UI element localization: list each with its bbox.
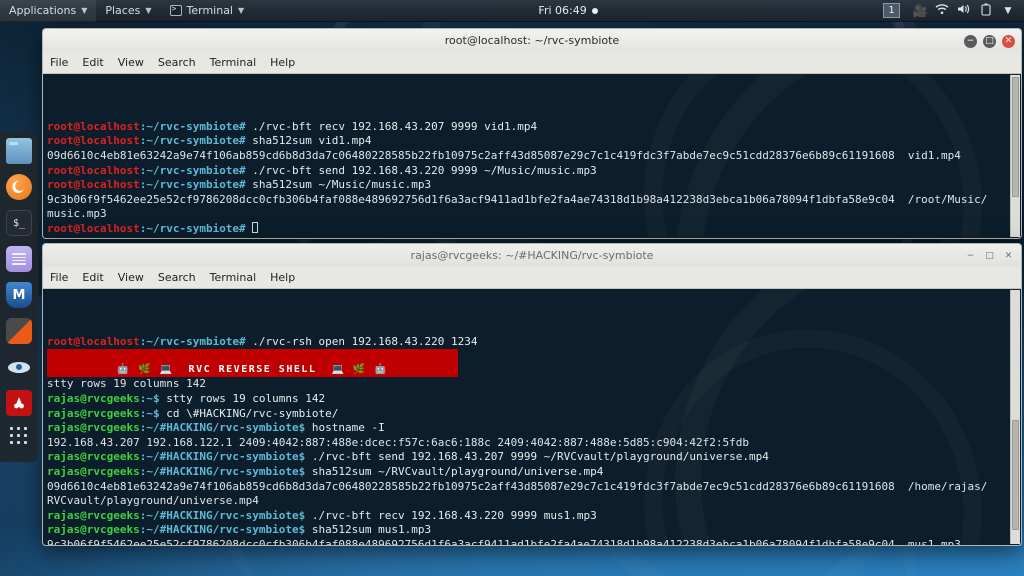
terminal-output-line: music.mp3 xyxy=(47,207,107,221)
terminal-command-line: rajas@rvcgeeks:~/#HACKING/rvc-symbiote$ … xyxy=(47,450,769,464)
browser-icon[interactable] xyxy=(6,174,32,200)
menu-edit[interactable]: Edit xyxy=(75,267,110,289)
files-icon[interactable] xyxy=(6,138,32,164)
workspace-switcher[interactable]: 1 xyxy=(883,3,900,18)
menu-file[interactable]: File xyxy=(43,52,75,74)
shark-fin-glyph xyxy=(14,397,24,409)
banner-title: 🤖 🌿 💻 RVC REVERSE SHELL 💻 🌿 🤖 xyxy=(116,364,389,376)
clock[interactable]: Fri 06:49 xyxy=(538,4,598,17)
terminal-command-line: rajas@rvcgeeks:~/#HACKING/rvc-symbiote$ … xyxy=(47,523,432,537)
window-titlebar[interactable]: rajas@rvcgeeks: ~/#HACKING/rvc-symbiote … xyxy=(42,243,1022,267)
top-panel: Applications ▼ Places ▼ Terminal ▼ Fri 0… xyxy=(0,0,1024,22)
close-button[interactable]: ✕ xyxy=(1002,34,1015,48)
maximize-button[interactable]: □ xyxy=(983,250,996,263)
terminal-command-line: root@localhost:~/rvc-symbiote# xyxy=(47,221,1021,237)
chevron-down-icon: ▼ xyxy=(238,6,245,15)
text-editor-icon[interactable] xyxy=(6,246,32,272)
reverse-shell-banner: 🤖 🌿 💻 RVC REVERSE SHELL 💻 🌿 🤖 xyxy=(47,349,458,378)
volume-glyph xyxy=(958,4,970,14)
window-controls: − □ ✕ xyxy=(964,29,1015,53)
menu-applications-label: Applications xyxy=(9,4,77,17)
window-title: root@localhost: ~/rvc-symbiote xyxy=(444,34,620,47)
notification-dot-icon xyxy=(591,7,598,14)
terminal-command-line: root@localhost:~/rvc-symbiote# sha512sum… xyxy=(47,178,432,192)
terminal-output-line: 9c3b06f9f5462ee25e52cf9786208dcc0cfb306b… xyxy=(47,192,988,206)
terminal-icon xyxy=(169,4,182,16)
menu-search[interactable]: Search xyxy=(151,52,203,74)
chevron-down-icon: ▼ xyxy=(81,6,88,15)
menu-places[interactable]: Places ▼ xyxy=(96,0,160,22)
terminal-output-root[interactable]: root@localhost:~/rvc-symbiote# ./rvc-bft… xyxy=(42,74,1022,239)
terminal-output-line: 09d6610c4eb81e63242a9e74f106ab859cd6b8d3… xyxy=(47,148,961,162)
banner-ascii-art xyxy=(47,349,458,364)
terminal-command-line: rajas@rvcgeeks:~$ cd \#HACKING/rvc-symbi… xyxy=(47,406,339,420)
terminal-command-line: rajas@rvcgeeks:~/#HACKING/rvc-symbiote$ … xyxy=(47,464,604,478)
minimize-button[interactable]: − xyxy=(964,34,977,48)
terminal-window-reverse-shell[interactable]: rajas@rvcgeeks: ~/#HACKING/rvc-symbiote … xyxy=(42,243,1022,546)
terminal-command-line: root@localhost:~/rvc-symbiote# ./rvc-bft… xyxy=(47,119,538,133)
wireshark-icon[interactable] xyxy=(6,390,32,416)
menu-help[interactable]: Help xyxy=(263,267,302,289)
camera-icon[interactable]: 🎥 xyxy=(910,4,930,18)
battery-glyph xyxy=(981,3,991,16)
menu-edit[interactable]: Edit xyxy=(75,52,110,74)
menu-help[interactable]: Help xyxy=(263,52,302,74)
menu-applications[interactable]: Applications ▼ xyxy=(0,0,97,22)
system-tray: 1 🎥 ▼ xyxy=(883,3,1024,19)
show-applications-icon[interactable] xyxy=(6,426,32,452)
battery-icon[interactable] xyxy=(976,3,996,19)
taskbar-item-terminal-label: Terminal xyxy=(186,4,234,17)
terminal-output-line: 192.168.43.207 192.168.122.1 2409:4042:8… xyxy=(47,435,749,449)
terminal-command-line: rajas@rvcgeeks:~$ stty rows 19 columns 1… xyxy=(47,391,326,405)
terminal-command-line: root@localhost:~/rvc-symbiote# sha512sum… xyxy=(47,134,372,148)
maximize-button[interactable]: □ xyxy=(983,34,996,48)
volume-icon[interactable] xyxy=(954,3,974,18)
terminal-output-reverse-shell[interactable]: root@localhost:~/rvc-symbiote# ./rvc-rsh… xyxy=(42,289,1022,546)
terminal-window-root[interactable]: root@localhost: ~/rvc-symbiote − □ ✕ Fil… xyxy=(42,28,1022,239)
menu-terminal[interactable]: Terminal xyxy=(203,52,264,74)
close-button[interactable]: ✕ xyxy=(1002,250,1015,263)
window-controls: − □ ✕ xyxy=(964,244,1015,268)
clock-label: Fri 06:49 xyxy=(538,4,587,17)
beef-icon[interactable] xyxy=(6,354,32,380)
chevron-down-icon: ▼ xyxy=(145,6,152,15)
menu-view[interactable]: View xyxy=(111,267,151,289)
wifi-icon[interactable] xyxy=(932,3,952,18)
terminal-command-line: rajas@rvcgeeks:~/#HACKING/rvc-symbiote$ … xyxy=(47,508,597,522)
terminal-cursor xyxy=(252,221,259,233)
burpsuite-icon[interactable] xyxy=(6,318,32,344)
terminal-command-line: root@localhost:~/rvc-symbiote# ./rvc-bft… xyxy=(47,163,597,177)
window-menubar[interactable]: File Edit View Search Terminal Help xyxy=(42,267,1022,289)
menu-search[interactable]: Search xyxy=(151,267,203,289)
minimize-button[interactable]: − xyxy=(964,250,977,263)
terminal-icon[interactable]: $_ xyxy=(6,210,32,236)
terminal-scrollbar[interactable] xyxy=(1010,75,1020,237)
menu-terminal[interactable]: Terminal xyxy=(203,267,264,289)
window-menubar[interactable]: File Edit View Search Terminal Help xyxy=(42,52,1022,74)
terminal-scrollbar[interactable] xyxy=(1010,290,1020,544)
window-title: rajas@rvcgeeks: ~/#HACKING/rvc-symbiote xyxy=(410,249,654,262)
browser-glyph xyxy=(12,180,24,193)
window-titlebar[interactable]: root@localhost: ~/rvc-symbiote − □ ✕ xyxy=(42,28,1022,52)
terminal-output-line: stty rows 19 columns 142 xyxy=(47,377,206,391)
terminal-command-line: rajas@rvcgeeks:~/#HACKING/rvc-symbiote$ … xyxy=(47,421,385,435)
terminal-output-line: RVCvault/playground/universe.mp4 xyxy=(47,494,259,508)
metasploit-icon[interactable]: M xyxy=(6,282,32,308)
terminal-output-line: 9c3b06f9f5462ee25e52cf9786208dcc0cfb306b… xyxy=(47,537,961,546)
terminal-output-line: 09d6610c4eb81e63242a9e74f106ab859cd6b8d3… xyxy=(47,479,988,493)
taskbar-item-terminal[interactable]: Terminal ▼ xyxy=(161,0,254,22)
wifi-glyph xyxy=(935,3,949,14)
chevron-down-icon[interactable]: ▼ xyxy=(998,6,1018,16)
menu-view[interactable]: View xyxy=(111,52,151,74)
menu-places-label: Places xyxy=(105,4,141,17)
menu-file[interactable]: File xyxy=(43,267,75,289)
application-dock[interactable]: $_ M xyxy=(0,132,38,462)
terminal-command-line: root@localhost:~/rvc-symbiote# ./rvc-rsh… xyxy=(47,334,478,348)
